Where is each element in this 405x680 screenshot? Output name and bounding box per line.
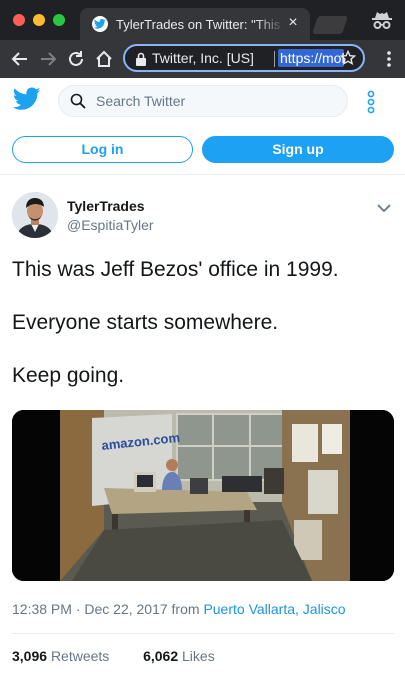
search-input[interactable]: Search Twitter <box>58 85 348 117</box>
tweet-line: This was Jeff Bezos' office in 1999. <box>12 258 339 281</box>
tweet-metadata: 12:38 PM · Dec 22, 2017 from Puerto Vall… <box>12 601 346 617</box>
divider <box>12 633 394 634</box>
incognito-icon[interactable] <box>371 10 393 30</box>
window-close-button[interactable] <box>13 14 25 26</box>
twitter-header: Search Twitter <box>0 78 405 124</box>
retweets-label[interactable]: Retweets <box>51 648 109 664</box>
chevron-down-icon[interactable] <box>376 200 392 213</box>
avatar[interactable] <box>12 192 58 238</box>
tweet-timestamp[interactable]: 12:38 PM · Dec 22, 2017 from <box>12 601 203 617</box>
tweet-media-video[interactable]: amazon.com <box>12 410 394 581</box>
new-tab-button[interactable] <box>312 16 348 34</box>
search-icon <box>70 93 86 109</box>
star-icon[interactable] <box>339 49 357 66</box>
reload-icon[interactable] <box>66 49 86 69</box>
twitter-logo-icon[interactable] <box>12 87 41 111</box>
retweets-count[interactable]: 3,096 <box>12 648 47 664</box>
twitter-favicon-icon <box>92 16 108 32</box>
divider <box>0 174 405 175</box>
lock-icon[interactable] <box>135 52 147 66</box>
tweet-line: Keep going. <box>12 364 125 387</box>
likes-count[interactable]: 6,062 <box>143 648 178 664</box>
kebab-menu-icon[interactable] <box>387 51 391 67</box>
window-minimize-button[interactable] <box>33 14 45 26</box>
login-button[interactable]: Log in <box>12 136 193 163</box>
author-name[interactable]: TylerTrades <box>67 198 145 214</box>
more-vertical-icon[interactable] <box>367 90 375 114</box>
site-identity[interactable]: Twitter, Inc. [US] <box>152 50 254 66</box>
tweet-location-link[interactable]: Puerto Vallarta, Jalisco <box>203 601 345 617</box>
tweet-line: Everyone starts somewhere. <box>12 311 279 334</box>
browser-tab[interactable]: TylerTrades on Twitter: "This was Jeff B… <box>80 8 310 40</box>
tab-title: TylerTrades on Twitter: "This was Jeff B… <box>116 17 286 32</box>
browser-toolbar: Twitter, Inc. [US] https://mobile.twitte… <box>0 40 405 78</box>
signup-button[interactable]: Sign up <box>202 136 394 163</box>
author-handle[interactable]: @EspitiaTyler <box>67 217 154 233</box>
search-placeholder: Search Twitter <box>96 93 186 109</box>
twitter-page: Search Twitter Log in Sign up TylerTrade… <box>0 78 405 680</box>
tweet-text: This was Jeff Bezos' office in 1999. Eve… <box>12 256 392 415</box>
back-arrow-icon[interactable] <box>10 49 30 69</box>
home-icon[interactable] <box>94 49 114 69</box>
window-zoom-button[interactable] <box>53 14 65 26</box>
browser-titlebar: TylerTrades on Twitter: "This was Jeff B… <box>0 0 405 40</box>
address-separator <box>274 51 275 67</box>
tweet-stats: 3,096 Retweets 6,062 Likes <box>12 648 215 664</box>
url-text[interactable]: https://mobile.twitter.com/EspitiaTyler <box>278 49 344 67</box>
close-icon[interactable]: × <box>284 14 302 32</box>
likes-label[interactable]: Likes <box>182 648 215 664</box>
forward-arrow-icon[interactable] <box>38 49 58 69</box>
address-bar[interactable]: Twitter, Inc. [US] https://mobile.twitte… <box>123 44 365 72</box>
